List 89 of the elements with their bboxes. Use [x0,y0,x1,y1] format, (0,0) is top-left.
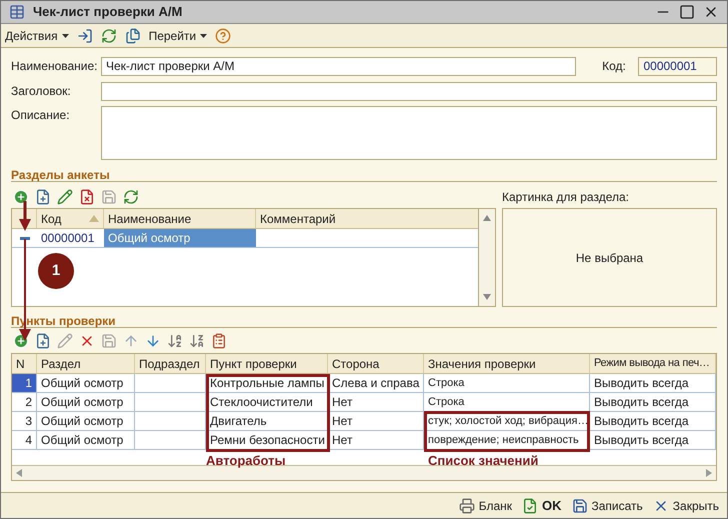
save-icon[interactable] [101,189,117,205]
printer-icon [458,498,475,514]
refresh-icon[interactable] [100,28,117,44]
check-document-icon [522,498,538,514]
table-cell: Нет [332,395,352,409]
picture-status: Не выбрана [576,250,644,266]
row-number: 4 [12,431,37,449]
column-header[interactable]: Комментарий [256,209,478,228]
delete-icon[interactable] [79,189,95,205]
scrollbar[interactable] [478,209,495,306]
pencil-icon[interactable] [57,189,73,205]
print-button[interactable]: Бланк [458,496,512,514]
table-cell: повреждение; неисправность [428,434,579,446]
header-field[interactable] [101,82,717,100]
column-header[interactable]: Режим вывода на печ… [590,354,716,373]
code-label: Код: [602,58,627,75]
scroll-left-icon[interactable] [16,469,22,477]
collapse-icon[interactable] [20,236,30,240]
table-cell: Выводить всегда [594,433,688,447]
table-cell-text: 00000001 [40,230,96,247]
copy-icon[interactable] [124,28,141,44]
sort-icon [89,215,99,222]
table-cell: стук; холостой ход; вибрация… [428,415,588,427]
save-icon [572,498,588,514]
table-cell: Строка [428,377,464,389]
add-icon[interactable] [13,189,29,205]
row-number: 3 [12,412,37,430]
code-field[interactable]: 00000001 [638,56,718,76]
annotation-label: Автоработы [206,452,286,470]
table-cell: Нет [332,433,352,447]
caret-icon [200,34,208,38]
up-arrow-icon[interactable] [123,333,139,349]
add-copy-icon[interactable] [35,333,51,349]
description-label: Описание: [11,107,71,124]
table-cell: Выводить всегда [594,395,688,409]
name-field[interactable]: Чек-лист проверки А/М [101,56,576,76]
table-cell: Выводить всегда [594,376,688,390]
scroll-right-icon[interactable] [706,469,712,477]
column-header[interactable]: Код [37,209,104,228]
table-cell: Общий осмотр [104,229,256,247]
ok-button[interactable]: OK [522,496,562,516]
help-icon[interactable] [215,28,232,44]
name-label: Наименование: [11,58,97,75]
picture-label: Картинка для раздела: [502,189,630,206]
table-cell: Общий осмотр [41,395,124,409]
table-cell: Контрольные лампы [210,376,324,390]
column-header[interactable]: Значения проверки [424,354,590,373]
table-cell: Двигатель [210,414,267,428]
pencil-icon[interactable] [57,333,73,349]
column-header[interactable]: Сторона [328,354,424,373]
goto-menu[interactable]: Перейти [148,26,208,44]
column-header[interactable]: Наименование [104,209,256,228]
column-header[interactable]: Раздел [37,354,135,373]
sort-descending-icon[interactable] [189,333,205,349]
refresh-icon[interactable] [123,189,139,205]
annotation-label: Список значений [428,452,538,470]
scroll-up-icon[interactable] [483,215,491,221]
header-label: Заголовок: [11,83,72,100]
clipboard-icon[interactable] [211,333,227,349]
table-cell: Строка [428,396,464,408]
column-header[interactable]: Подраздел [135,354,206,373]
section-heading: Разделы анкеты [11,168,110,182]
annotation-arrow [19,201,31,231]
table-icon [9,4,25,20]
table-cell: Общий осмотр [41,376,124,390]
sort-ascending-icon[interactable] [167,333,183,349]
maximize-button[interactable] [679,4,695,20]
table-cell: Общий осмотр [41,414,124,428]
save-button[interactable]: Записать [572,496,643,514]
down-arrow-icon[interactable] [145,333,161,349]
description-field[interactable] [101,106,717,160]
import-icon[interactable] [76,28,93,44]
scroll-down-icon[interactable] [483,294,491,300]
column-header[interactable]: N [12,354,37,373]
window-title: Чек-лист проверки А/М [33,3,182,22]
table-cell: Общий осмотр [41,433,124,447]
save-icon[interactable] [101,333,117,349]
column-header[interactable]: Пункт проверки [206,354,328,373]
row-number: 2 [12,393,37,411]
close-button[interactable]: Закрыть [652,496,719,514]
caret-icon [62,34,69,38]
table-cell: Слева и справа [332,376,420,390]
actions-menu[interactable]: Действия [5,26,69,44]
table-cell: Выводить всегда [594,414,688,428]
row-number: 1 [12,374,37,392]
table-cell: Ремни безопасности [210,433,325,447]
table-cell: Стеклоочистители [210,395,313,409]
add-copy-icon[interactable] [35,189,51,205]
table-cell: Нет [332,414,352,428]
